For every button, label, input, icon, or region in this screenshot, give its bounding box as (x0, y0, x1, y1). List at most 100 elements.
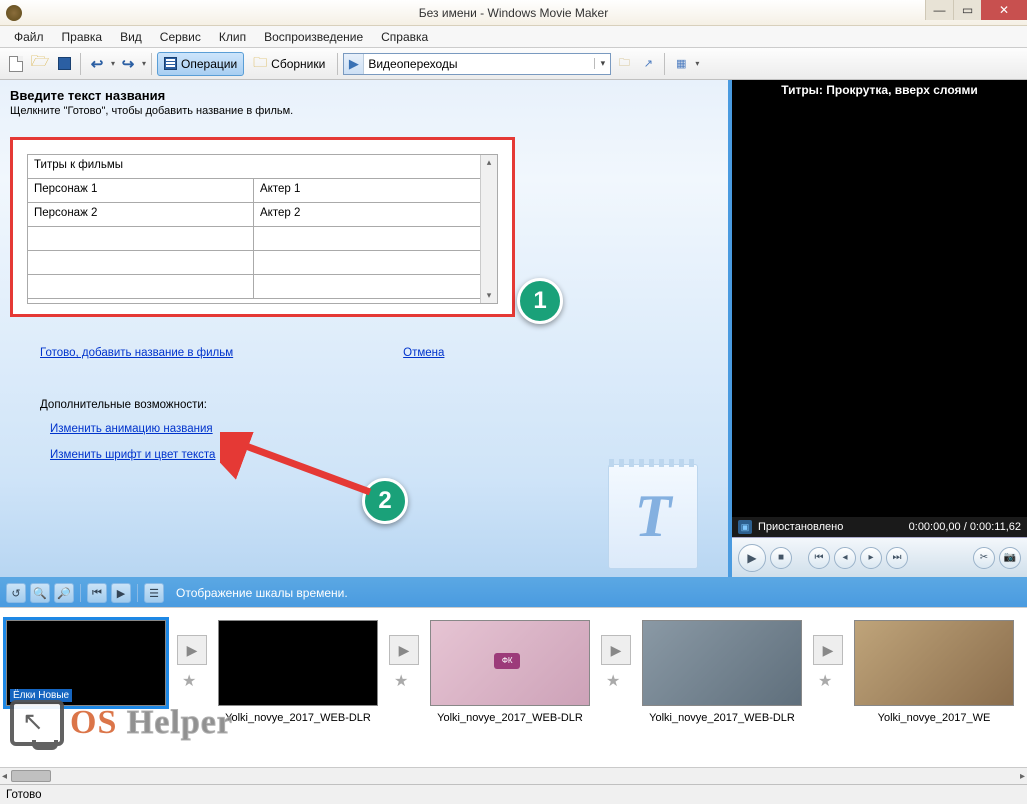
title-preview-thumb: T (608, 464, 698, 569)
credits-cell[interactable] (254, 275, 480, 298)
play-icon: ▶ (813, 635, 843, 665)
up-arrow-icon: ↗ (644, 57, 653, 70)
save-button[interactable] (53, 53, 75, 75)
title-editor-panel: Введите текст названия Щелкните "Готово"… (0, 80, 728, 577)
clip-thumb[interactable]: ФК (430, 620, 590, 706)
open-button[interactable]: 🗁 (29, 53, 51, 75)
new-project-button[interactable] (5, 53, 27, 75)
table-scrollbar[interactable]: ▴▾ (480, 155, 497, 303)
nav-back-button[interactable]: 🗀 (613, 53, 635, 75)
annotation-badge-2: 2 (362, 478, 408, 524)
play-icon: ▶ (601, 635, 631, 665)
menu-file[interactable]: Файл (6, 28, 52, 46)
credits-cell[interactable]: Актер 1 (254, 179, 480, 202)
timeline-toggle-button[interactable]: ☰ (144, 583, 164, 603)
step-forward-button[interactable]: ▸ (860, 547, 882, 569)
clip-thumb[interactable] (218, 620, 378, 706)
undo-button[interactable]: ↩ (86, 53, 108, 75)
preview-panel: Титры: Прокрутка, вверх слоями ▣ Приоста… (728, 80, 1027, 577)
chevron-down-icon[interactable]: ▾ (594, 58, 610, 69)
transition-icon: ▶ (344, 54, 364, 74)
clip-name: Yolki_novye_2017_WE (854, 712, 1014, 724)
folder-back-icon: 🗀 (619, 54, 630, 73)
status-text: Готово (6, 789, 42, 801)
credits-cell[interactable] (254, 227, 480, 250)
transition-slot[interactable]: ▶★ (384, 620, 424, 706)
menu-bar: Файл Правка Вид Сервис Клип Воспроизведе… (0, 26, 1027, 48)
clip-thumb[interactable] (642, 620, 802, 706)
close-button[interactable]: ✕ (981, 0, 1027, 20)
take-photo-button[interactable]: 📷 (999, 547, 1021, 569)
credits-cell[interactable]: Персонаж 1 (28, 179, 254, 202)
window-title: Без имени - Windows Movie Maker (419, 6, 608, 20)
redo-button[interactable]: ↪ (117, 53, 139, 75)
view-mode-button[interactable]: ▦ (670, 53, 692, 75)
credits-cell[interactable] (28, 275, 254, 298)
redo-dropdown[interactable]: ▾ (142, 59, 146, 68)
nav-up-button[interactable]: ↗ (637, 53, 659, 75)
combo-value: Видеопереходы (364, 57, 594, 71)
storyboard-toolbar: ↺ 🔍 🔎 ⏮ ▶ ☰ Отображение шкалы времени. (0, 577, 1027, 607)
storyboard[interactable]: Ёлки Новые ▶★ Yolki_novye_2017_WEB-DLR ▶… (0, 607, 1027, 767)
next-clip-button[interactable]: ⏭ (886, 547, 908, 569)
toolbar: 🗁 ↩ ▾ ↪ ▾ Операции 🗀 Сборники ▶ Видеопер… (0, 48, 1027, 80)
credits-table[interactable]: Титры к фильмы Персонаж 1 Актер 1 Персон… (27, 154, 498, 304)
credits-cell[interactable] (28, 227, 254, 250)
play-icon: ▶ (177, 635, 207, 665)
storyboard-scrollbar[interactable]: ◂▸ (0, 767, 1027, 784)
menu-tools[interactable]: Сервис (152, 28, 209, 46)
maximize-button[interactable]: ▭ (953, 0, 981, 20)
title-bar: Без имени - Windows Movie Maker — ▭ ✕ (0, 0, 1027, 26)
star-icon: ★ (394, 671, 414, 691)
zoom-in-button[interactable]: 🔍 (30, 583, 50, 603)
credits-cell[interactable]: Актер 2 (254, 203, 480, 226)
undo-dropdown[interactable]: ▾ (111, 59, 115, 68)
menu-edit[interactable]: Правка (54, 28, 111, 46)
clip-thumb[interactable]: Ёлки Новые (6, 620, 166, 706)
sb-play-button[interactable]: ▶ (111, 583, 131, 603)
rewind-button[interactable]: ↺ (6, 583, 26, 603)
stop-button[interactable]: ■ (770, 547, 792, 569)
split-clip-button[interactable]: ✂ (973, 547, 995, 569)
change-animation-link[interactable]: Изменить анимацию названия (50, 423, 718, 435)
credits-cell[interactable] (28, 251, 254, 274)
view-dropdown[interactable]: ▾ (695, 59, 699, 68)
collection-combo[interactable]: ▶ Видеопереходы ▾ (343, 53, 611, 75)
storyboard-mode-label[interactable]: Отображение шкалы времени. (176, 586, 348, 600)
menu-clip[interactable]: Клип (211, 28, 254, 46)
step-back-button[interactable]: ◂ (834, 547, 856, 569)
play-button[interactable]: ▶ (738, 544, 766, 572)
menu-help[interactable]: Справка (373, 28, 436, 46)
clip-thumb[interactable] (854, 620, 1014, 706)
zoom-out-button[interactable]: 🔎 (54, 583, 74, 603)
clip-name: Yolki_novye_2017_WEB-DLR (218, 712, 378, 724)
annotation-box-1: Титры к фильмы Персонаж 1 Актер 1 Персон… (10, 137, 515, 317)
menu-view[interactable]: Вид (112, 28, 150, 46)
transition-slot[interactable]: ▶★ (596, 620, 636, 706)
clip-name: Yolki_novye_2017_WEB-DLR (642, 712, 802, 724)
preview-screen[interactable] (732, 100, 1027, 517)
save-icon (58, 57, 71, 70)
tasks-pane-button[interactable]: Операции (157, 52, 244, 76)
undo-icon: ↩ (91, 55, 104, 73)
credits-cell[interactable]: Персонаж 2 (28, 203, 254, 226)
menu-play[interactable]: Воспроизведение (256, 28, 371, 46)
preview-controls: ▶ ■ ⏮ ◂ ▸ ⏭ ✂ 📷 (732, 537, 1027, 577)
credits-cell[interactable] (254, 251, 480, 274)
redo-icon: ↪ (122, 55, 135, 73)
collections-pane-button[interactable]: 🗀 Сборники (246, 52, 332, 76)
done-link[interactable]: Готово, добавить название в фильм (40, 347, 233, 359)
prev-clip-button[interactable]: ⏮ (808, 547, 830, 569)
credits-title-cell[interactable]: Титры к фильмы (28, 155, 480, 178)
star-icon: ★ (606, 671, 626, 691)
transition-slot[interactable]: ▶★ (172, 620, 212, 706)
app-icon (6, 5, 22, 21)
playback-time: 0:00:00,00 / 0:00:11,62 (909, 521, 1021, 533)
minimize-button[interactable]: — (925, 0, 953, 20)
transition-slot[interactable]: ▶★ (808, 620, 848, 706)
grid-icon: ▦ (676, 57, 686, 70)
sb-play-start-button[interactable]: ⏮ (87, 583, 107, 603)
tasks-label: Операции (181, 57, 237, 71)
cancel-link[interactable]: Отмена (403, 347, 444, 359)
letter-t-icon: T (635, 482, 672, 551)
